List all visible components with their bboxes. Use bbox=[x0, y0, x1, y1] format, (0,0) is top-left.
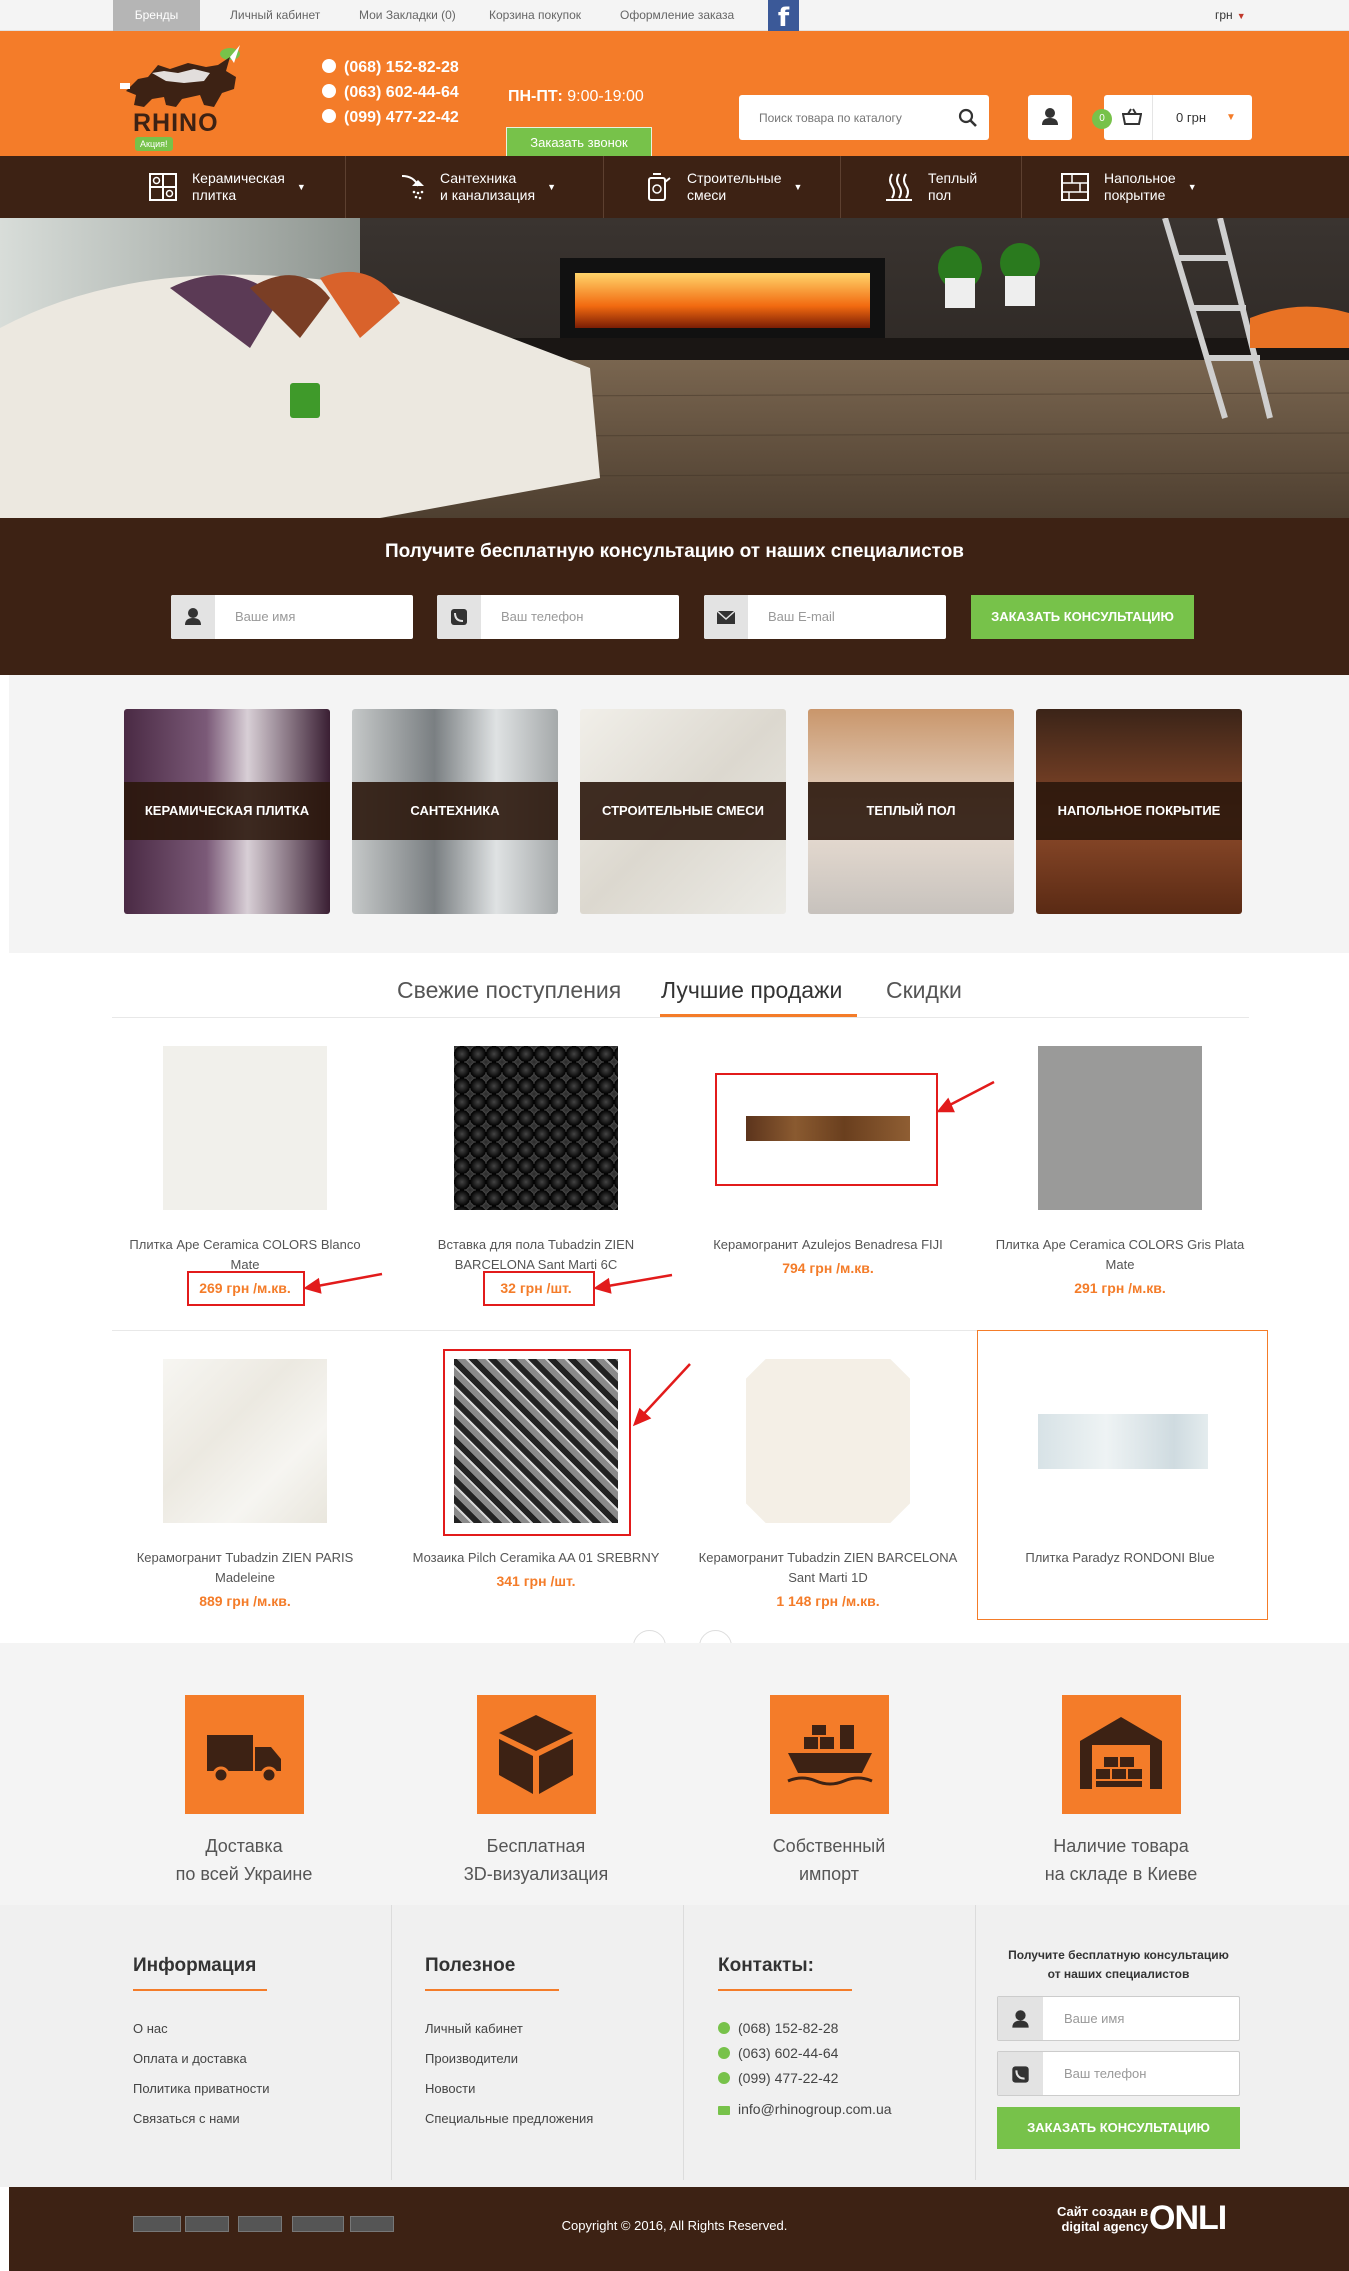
ship-icon bbox=[769, 1695, 889, 1814]
footer-name-placeholder: Ваше имя bbox=[1064, 2011, 1125, 2026]
site-by-text: Сайт создан в digital agency bbox=[1057, 2204, 1149, 2234]
footer-title-underline bbox=[425, 1989, 559, 1991]
footer-email[interactable]: info@rhinogroup.com.ua bbox=[718, 2101, 892, 2117]
footer-phone-1-text: (068) 152-82-28 bbox=[738, 2020, 839, 2036]
footer-phone-2-text: (063) 602-44-64 bbox=[738, 2045, 839, 2061]
footer-title-underline bbox=[718, 1989, 852, 1991]
footer-divider bbox=[683, 1905, 684, 2180]
feature-delivery: Доставка по всей Украине bbox=[119, 1695, 369, 1888]
footer-phone-3-text: (099) 477-22-42 bbox=[738, 2070, 839, 2086]
feature-import: Собственный импорт bbox=[704, 1695, 954, 1888]
feature-3d: Бесплатная 3D-визуализация bbox=[411, 1695, 661, 1888]
agency-logo[interactable]: ONLI bbox=[1149, 2199, 1227, 2238]
footer-link-news[interactable]: Новости bbox=[425, 2081, 475, 2096]
envelope-icon bbox=[718, 2106, 730, 2115]
lifecell-icon bbox=[718, 2072, 730, 2084]
footer-contacts-title: Контакты: bbox=[718, 1955, 814, 1976]
footer-name-field[interactable]: Ваше имя bbox=[997, 1996, 1240, 2041]
footer-link-manufacturers[interactable]: Производители bbox=[425, 2051, 518, 2066]
footer-link-account[interactable]: Личный кабинет bbox=[425, 2021, 523, 2036]
footer-useful-title: Полезное bbox=[425, 1955, 516, 1976]
footer-phone-field[interactable]: Ваш телефон bbox=[997, 2051, 1240, 2096]
footer-phone-1[interactable]: (068) 152-82-28 bbox=[718, 2020, 838, 2036]
footer-title-underline bbox=[133, 1989, 267, 1991]
annotation-arrows bbox=[303, 1080, 995, 1427]
footer-divider bbox=[391, 1905, 392, 2180]
footer-info-title: Информация bbox=[133, 1955, 257, 1976]
warehouse-icon bbox=[1061, 1695, 1181, 1814]
footer-phone-placeholder: Ваш телефон bbox=[1064, 2066, 1147, 2081]
feature-text: Собственный импорт bbox=[772, 1836, 886, 1884]
footer-link-contact[interactable]: Связаться с нами bbox=[133, 2111, 240, 2126]
phone-icon bbox=[998, 2052, 1043, 2095]
feature-text: Бесплатная 3D-визуализация bbox=[463, 1836, 609, 1884]
footer-consult-button[interactable]: ЗАКАЗАТЬ КОНСУЛЬТАЦИЮ bbox=[997, 2107, 1240, 2149]
footer-link-specials[interactable]: Специальные предложения bbox=[425, 2111, 593, 2126]
feature-text: Доставка по всей Украине bbox=[175, 1836, 313, 1884]
footer-link-privacy[interactable]: Политика приватности bbox=[133, 2081, 269, 2096]
footer-consult-title: Получите бесплатную консультацию от наши… bbox=[1008, 1948, 1229, 1981]
truck-icon bbox=[184, 1695, 304, 1814]
footer-link-about[interactable]: О нас bbox=[133, 2021, 168, 2036]
feature-warehouse: Наличие товара на складе в Киеве bbox=[996, 1695, 1246, 1888]
footer-phone-2[interactable]: (063) 602-44-64 bbox=[718, 2045, 838, 2061]
footer-email-text: info@rhinogroup.com.ua bbox=[738, 2101, 892, 2117]
user-icon bbox=[998, 1997, 1043, 2040]
footer-divider bbox=[975, 1905, 976, 2180]
cube-icon bbox=[476, 1695, 596, 1814]
footer-link-payment[interactable]: Оплата и доставка bbox=[133, 2051, 247, 2066]
feature-text: Наличие товара на складе в Киеве bbox=[1044, 1836, 1198, 1884]
vodafone-icon bbox=[718, 2047, 730, 2059]
footer-phone-3[interactable]: (099) 477-22-42 bbox=[718, 2070, 838, 2086]
kyivstar-icon bbox=[718, 2022, 730, 2034]
